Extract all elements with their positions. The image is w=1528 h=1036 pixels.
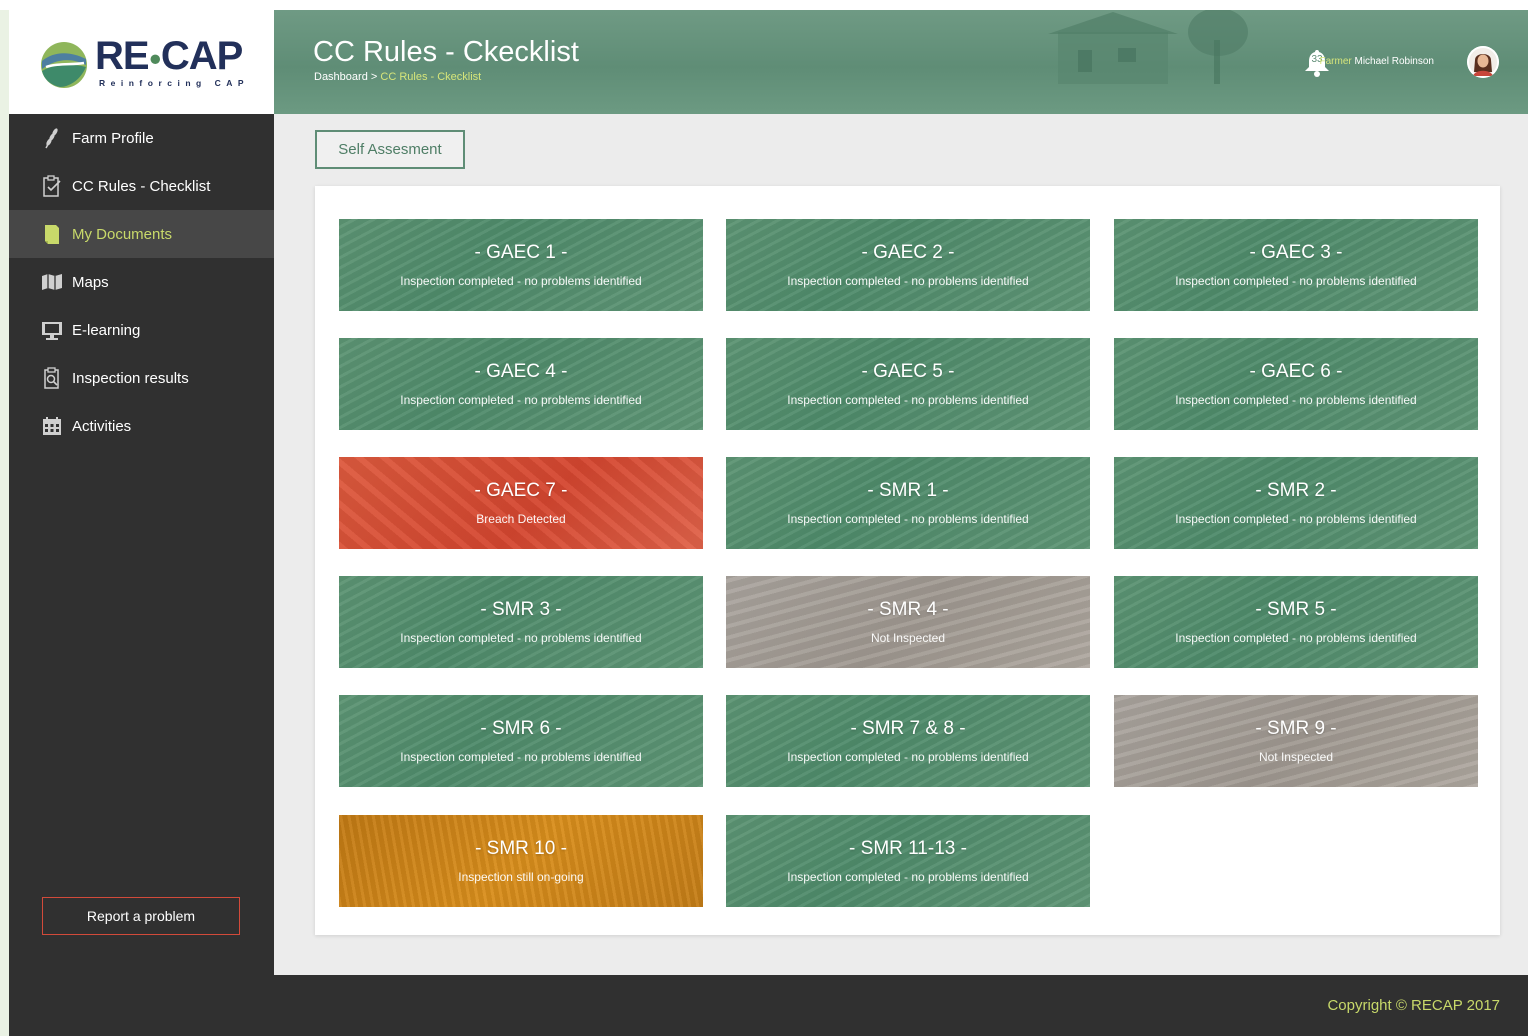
document-icon <box>41 223 63 245</box>
breadcrumb-separator: > <box>367 71 381 83</box>
tile-status: Breach Detected <box>476 512 566 526</box>
tile-status: Inspection completed - no problems ident… <box>787 393 1029 407</box>
tile-status: Inspection completed - no problems ident… <box>1175 393 1417 407</box>
tile-smr-11-13[interactable]: - SMR 11-13 - Inspection completed - no … <box>726 815 1090 907</box>
recap-logo-icon <box>41 42 87 88</box>
sidebar-item-label: Inspection results <box>72 369 189 387</box>
sidebar-item-inspection-results[interactable]: Inspection results <box>9 354 274 402</box>
tile-gaec-3[interactable]: - GAEC 3 - Inspection completed - no pro… <box>1114 219 1478 311</box>
farmhouse-illustration <box>1048 10 1248 84</box>
tile-title: - SMR 6 - <box>480 718 562 739</box>
user-name[interactable]: Farmer Michael Robinson <box>1319 56 1434 67</box>
report-problem-button[interactable]: Report a problem <box>42 897 240 935</box>
tile-status: Inspection completed - no problems ident… <box>787 512 1029 526</box>
tile-title: - GAEC 3 - <box>1249 242 1343 263</box>
footer: Copyright © RECAP 2017 <box>274 975 1528 1036</box>
breadcrumb-dashboard-link[interactable]: Dashboard <box>314 71 368 83</box>
tile-status: Inspection completed - no problems ident… <box>1175 274 1417 288</box>
calendar-icon <box>41 415 63 437</box>
map-icon <box>41 271 63 293</box>
tile-status: Inspection completed - no problems ident… <box>787 870 1029 884</box>
sidebar-nav: Farm Profile CC Rules - Checklist My Doc… <box>9 114 274 450</box>
sidebar-item-label: Activities <box>72 417 132 435</box>
sidebar: Farm Profile CC Rules - Checklist My Doc… <box>9 114 274 1036</box>
tile-title: - GAEC 4 - <box>474 361 568 382</box>
self-assessment-button[interactable]: Self Assesment <box>315 130 465 169</box>
sidebar-item-label: CC Rules - Checklist <box>72 177 211 195</box>
tile-status: Inspection completed - no problems ident… <box>400 750 642 764</box>
tile-gaec-5[interactable]: - GAEC 5 - Inspection completed - no pro… <box>726 338 1090 430</box>
page-title: CC Rules - Ckecklist <box>313 36 579 68</box>
tile-status: Inspection completed - no problems ident… <box>400 274 642 288</box>
tile-status: Inspection completed - no problems ident… <box>400 393 642 407</box>
avatar-icon <box>1467 46 1499 78</box>
tile-title: - SMR 10 - <box>475 838 567 859</box>
tile-title: - GAEC 5 - <box>861 361 955 382</box>
sidebar-item-maps[interactable]: Maps <box>9 258 274 306</box>
tile-title: - SMR 9 - <box>1255 718 1337 739</box>
tile-smr-9[interactable]: - SMR 9 - Not Inspected <box>1114 695 1478 787</box>
book-icon <box>41 319 63 341</box>
sidebar-item-cc-rules[interactable]: CC Rules - Checklist <box>9 162 274 210</box>
tile-smr-10[interactable]: - SMR 10 - Inspection still on-going <box>339 815 703 907</box>
sidebar-item-activities[interactable]: Activities <box>9 402 274 450</box>
user-avatar[interactable] <box>1467 46 1499 78</box>
sidebar-item-my-documents[interactable]: My Documents <box>9 210 274 258</box>
inspection-icon <box>41 367 63 389</box>
tile-title: - SMR 11-13 - <box>849 838 967 859</box>
tile-title: - GAEC 2 - <box>861 242 955 263</box>
sidebar-item-label: My Documents <box>72 225 173 243</box>
tile-title: - SMR 7 & 8 - <box>850 718 966 739</box>
sidebar-item-farm-profile[interactable]: Farm Profile <box>9 114 274 162</box>
tile-title: - SMR 5 - <box>1255 599 1337 620</box>
tile-smr-4[interactable]: - SMR 4 - Not Inspected <box>726 576 1090 668</box>
checklist-icon <box>41 175 63 197</box>
tile-status: Inspection completed - no problems ident… <box>787 750 1029 764</box>
tile-gaec-4[interactable]: - GAEC 4 - Inspection completed - no pro… <box>339 338 703 430</box>
sidebar-item-label: E-learning <box>72 321 141 339</box>
tile-smr-2[interactable]: - SMR 2 - Inspection completed - no prob… <box>1114 457 1478 549</box>
breadcrumb-current: CC Rules - Ckecklist <box>380 71 482 83</box>
main-content: Self Assesment - GAEC 1 - Inspection com… <box>274 114 1528 975</box>
tile-status: Inspection completed - no problems ident… <box>1175 512 1417 526</box>
tile-gaec-1[interactable]: - GAEC 1 - Inspection completed - no pro… <box>339 219 703 311</box>
wheat-icon <box>41 127 63 149</box>
copyright-text: Copyright © RECAP 2017 <box>1327 997 1500 1014</box>
tile-status: Inspection completed - no problems ident… <box>400 631 642 645</box>
tile-smr-5[interactable]: - SMR 5 - Inspection completed - no prob… <box>1114 576 1478 668</box>
breadcrumb: Dashboard > CC Rules - Ckecklist <box>314 71 481 83</box>
sidebar-item-e-learning[interactable]: E-learning <box>9 306 274 354</box>
sidebar-item-label: Maps <box>72 273 109 291</box>
tile-title: - SMR 1 - <box>867 480 949 501</box>
tile-status: Inspection completed - no problems ident… <box>1175 631 1417 645</box>
tile-status: Not Inspected <box>1258 750 1334 764</box>
tile-smr-1[interactable]: - SMR 1 - Inspection completed - no prob… <box>726 457 1090 549</box>
tile-title: - SMR 3 - <box>480 599 562 620</box>
tile-title: - SMR 4 - <box>867 599 949 620</box>
tile-status: Inspection still on-going <box>458 870 584 884</box>
tile-smr-7-8[interactable]: - SMR 7 & 8 - Inspection completed - no … <box>726 695 1090 787</box>
tile-title: - GAEC 1 - <box>474 242 568 263</box>
tile-title: - GAEC 6 - <box>1249 361 1343 382</box>
tile-gaec-2[interactable]: - GAEC 2 - Inspection completed - no pro… <box>726 219 1090 311</box>
logo[interactable]: RE●CAP Reinforcing CAP <box>9 10 274 114</box>
checklist-panel: - GAEC 1 - Inspection completed - no pro… <box>315 186 1500 935</box>
sidebar-item-label: Farm Profile <box>72 129 154 147</box>
tile-smr-3[interactable]: - SMR 3 - Inspection completed - no prob… <box>339 576 703 668</box>
tile-title: - GAEC 7 - <box>474 480 568 501</box>
brand-name: RE●CAP <box>95 34 243 78</box>
tile-status: Inspection completed - no problems ident… <box>787 274 1029 288</box>
tile-title: - SMR 2 - <box>1255 480 1337 501</box>
page-header: CC Rules - Ckecklist Dashboard > CC Rule… <box>274 10 1528 114</box>
tile-gaec-6[interactable]: - GAEC 6 - Inspection completed - no pro… <box>1114 338 1478 430</box>
tile-smr-6[interactable]: - SMR 6 - Inspection completed - no prob… <box>339 695 703 787</box>
tile-gaec-7[interactable]: - GAEC 7 - Breach Detected <box>339 457 703 549</box>
tile-status: Not Inspected <box>870 631 946 645</box>
brand-tagline: Reinforcing CAP <box>99 78 250 88</box>
